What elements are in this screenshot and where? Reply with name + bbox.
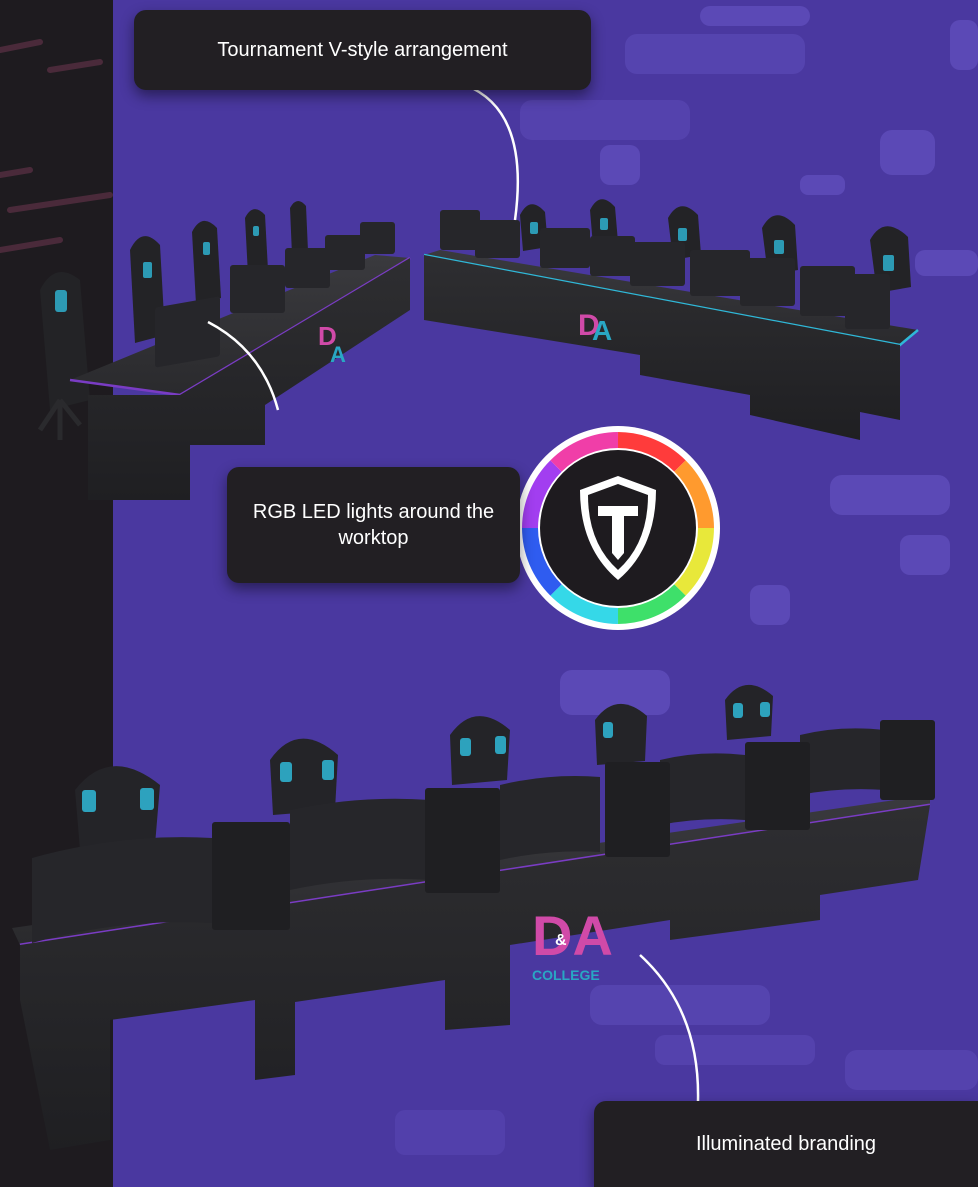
svg-text:A: A (592, 315, 612, 346)
scene-graphic: D A D A DA & COLLEGE (0, 6, 978, 1155)
callout-illuminated-branding: Illuminated branding (594, 1101, 978, 1187)
svg-text:&: & (555, 932, 567, 949)
left-strip-streaks (0, 39, 113, 253)
callout-middle-text: RGB LED lights around the worktop (252, 501, 495, 549)
callout-top-text: Tournament V-style arrangement (217, 38, 508, 61)
svg-text:DA: DA (532, 904, 613, 967)
callout-bottom-text: Illuminated branding (695, 1132, 877, 1155)
callout-tournament-arrangement: Tournament V-style arrangement (134, 10, 591, 90)
branding-logo-medium-top: D A (578, 309, 612, 346)
svg-text:COLLEGE: COLLEGE (532, 967, 600, 983)
callout-rgb-led: RGB LED lights around the worktop (227, 467, 520, 583)
product-illustration: D A D A DA & COLLEGE Tournament V-style … (0, 0, 978, 1187)
rgb-ring-emblem (516, 426, 720, 630)
desk-row-top-left: D A (37, 200, 411, 500)
desk-row-top-right: D A (423, 199, 919, 440)
svg-text:A: A (330, 342, 346, 367)
branding-logo-large: DA & COLLEGE (532, 904, 613, 983)
desk-row-bottom: DA & COLLEGE (12, 684, 935, 1150)
